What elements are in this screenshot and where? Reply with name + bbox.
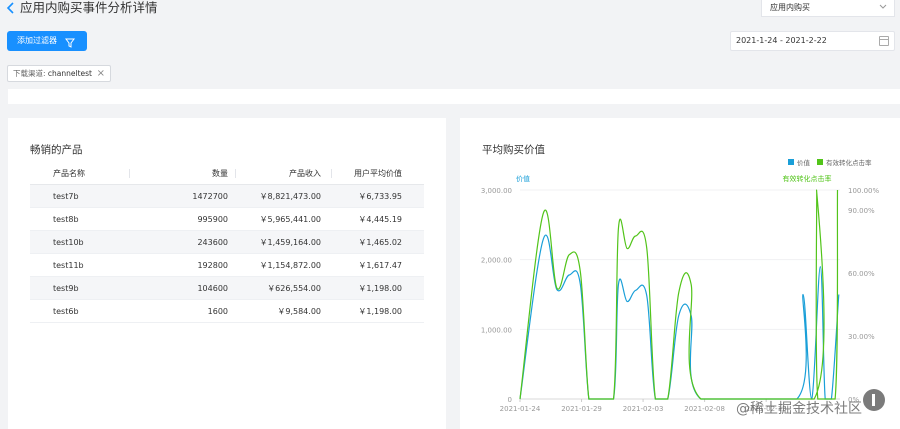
column-header-quantity[interactable]: 数量 xyxy=(212,162,228,185)
filter-tag-label: 下载渠道: xyxy=(13,69,46,78)
chevron-down-icon xyxy=(879,0,887,20)
product-name-cell: test7b xyxy=(53,192,79,201)
revenue-cell: ￥5,965,441.00 xyxy=(259,215,321,224)
avg-value-cell: ￥6,733.95 xyxy=(358,192,402,201)
revenue-cell: ￥1,459,164.00 xyxy=(259,238,321,247)
y-right-tick-label: 100.00% xyxy=(848,187,879,195)
product-name-cell: test10b xyxy=(53,238,84,247)
avg-value-card: 平均购买价值 3,000.00 2,000.00 1,000.00 0 100.00% 9… xyxy=(460,118,900,429)
series-line xyxy=(519,189,839,400)
calendar-icon xyxy=(879,36,889,46)
x-tick-label: 2021-01-24 xyxy=(500,405,541,413)
summary-strip xyxy=(8,89,900,104)
x-tick-label: 2021-01-29 xyxy=(561,405,602,413)
quantity-cell: 1600 xyxy=(207,307,228,316)
filter-tag: 下载渠道: channeltest × xyxy=(7,65,112,82)
event-type-value: 应用内购买 xyxy=(770,3,810,12)
y-left-axis-label: 价值 xyxy=(516,174,530,183)
avg-value-cell: ￥1,198.00 xyxy=(358,284,402,293)
filter-tag-value: channeltest xyxy=(47,69,93,78)
watermark-text: @稀土掘金技术社区 xyxy=(736,401,862,417)
column-divider xyxy=(235,169,236,178)
quantity-cell: 104600 xyxy=(197,284,228,293)
revenue-cell: ￥1,154,872.00 xyxy=(259,261,321,270)
y-left-tick-label: 3,000.00 xyxy=(481,187,512,195)
revenue-cell: ￥626,554.00 xyxy=(267,284,321,293)
column-divider xyxy=(331,169,332,178)
legend-label: 有效转化点击率 xyxy=(826,158,872,167)
column-header-revenue[interactable]: 产品收入 xyxy=(289,162,321,185)
product-name-cell: test8b xyxy=(53,215,79,224)
revenue-cell: ￥9,584.00 xyxy=(277,307,321,316)
add-filter-button[interactable]: 添加过滤器 xyxy=(7,31,87,51)
legend-swatch xyxy=(817,159,823,165)
avg-value-line-chart: 3,000.00 2,000.00 1,000.00 0 100.00% 90.00% 60… xyxy=(481,158,880,413)
y-right-axis-label: 有效转化点击率 xyxy=(783,174,832,183)
table-row: test11b 192800 ￥1,154,872.00 ￥1,617.47 xyxy=(30,254,424,277)
legend-label: 价值 xyxy=(797,158,811,167)
top-bar: 应用内购买事件分析详情 应用内购买 xyxy=(0,0,900,24)
top-products-table: 产品名称 数量 产品收入 用户平均价值 test7b 1472700 ￥8,82… xyxy=(30,162,424,323)
y-left-tick-label: 1,000.00 xyxy=(481,326,512,334)
column-header-product[interactable]: 产品名称 xyxy=(53,162,85,185)
revenue-cell: ￥8,821,473.00 xyxy=(259,192,321,201)
top-products-title: 畅销的产品 xyxy=(30,144,83,156)
product-name-cell: test11b xyxy=(53,261,84,270)
quantity-cell: 995900 xyxy=(197,215,228,224)
table-row: test10b 243600 ￥1,459,164.00 ￥1,465.02 xyxy=(30,231,424,254)
filter-funnel-icon xyxy=(65,36,75,48)
table-row: test8b 995900 ￥5,965,441.00 ￥4,445.19 xyxy=(30,208,424,231)
date-range-picker[interactable]: 2021-1-24 - 2021-2-22 xyxy=(730,31,895,51)
quantity-cell: 192800 xyxy=(197,261,228,270)
date-range-value: 2021-1-24 - 2021-2-22 xyxy=(736,36,827,45)
avg-value-cell: ￥1,198.00 xyxy=(358,307,402,316)
avg-value-cell: ￥4,445.19 xyxy=(358,215,402,224)
product-name-cell: test9b xyxy=(53,284,79,293)
page-title: 应用内购买事件分析详情 xyxy=(20,0,158,15)
quantity-cell: 1472700 xyxy=(192,192,228,201)
close-icon[interactable]: × xyxy=(97,66,105,81)
event-type-select[interactable]: 应用内购买 xyxy=(761,0,895,17)
product-name-cell: test6b xyxy=(53,307,79,316)
legend-swatch xyxy=(788,159,794,165)
column-divider xyxy=(129,169,130,178)
y-left-tick-label: 0 xyxy=(508,396,512,404)
table-row: test9b 104600 ￥626,554.00 ￥1,198.00 xyxy=(30,277,424,300)
table-header-row: 产品名称 数量 产品收入 用户平均价值 xyxy=(30,162,424,185)
y-right-tick-label: 60.00% xyxy=(848,270,875,278)
y-left-tick-label: 2,000.00 xyxy=(481,257,512,265)
y-right-tick-label: 90.00% xyxy=(848,207,875,215)
back-arrow-icon[interactable] xyxy=(6,0,18,16)
column-header-avg-value[interactable]: 用户平均价值 xyxy=(354,162,402,185)
table-row: test6b 1600 ￥9,584.00 ￥1,198.00 xyxy=(30,300,424,323)
quantity-cell: 243600 xyxy=(197,238,228,247)
y-right-tick-label: 30.00% xyxy=(848,333,875,341)
table-row: test7b 1472700 ￥8,821,473.00 ￥6,733.95 xyxy=(30,185,424,208)
top-products-card: 畅销的产品 产品名称 数量 产品收入 用户平均价值 test7b 1472700… xyxy=(8,118,446,429)
scroll-top-icon[interactable] xyxy=(863,389,885,411)
avg-value-cell: ￥1,617.47 xyxy=(358,261,402,270)
x-tick-label: 2021-02-08 xyxy=(684,405,725,413)
x-tick-label: 2021-02-03 xyxy=(623,405,664,413)
add-filter-label: 添加过滤器 xyxy=(17,36,57,45)
avg-value-cell: ￥1,465.02 xyxy=(358,238,402,247)
